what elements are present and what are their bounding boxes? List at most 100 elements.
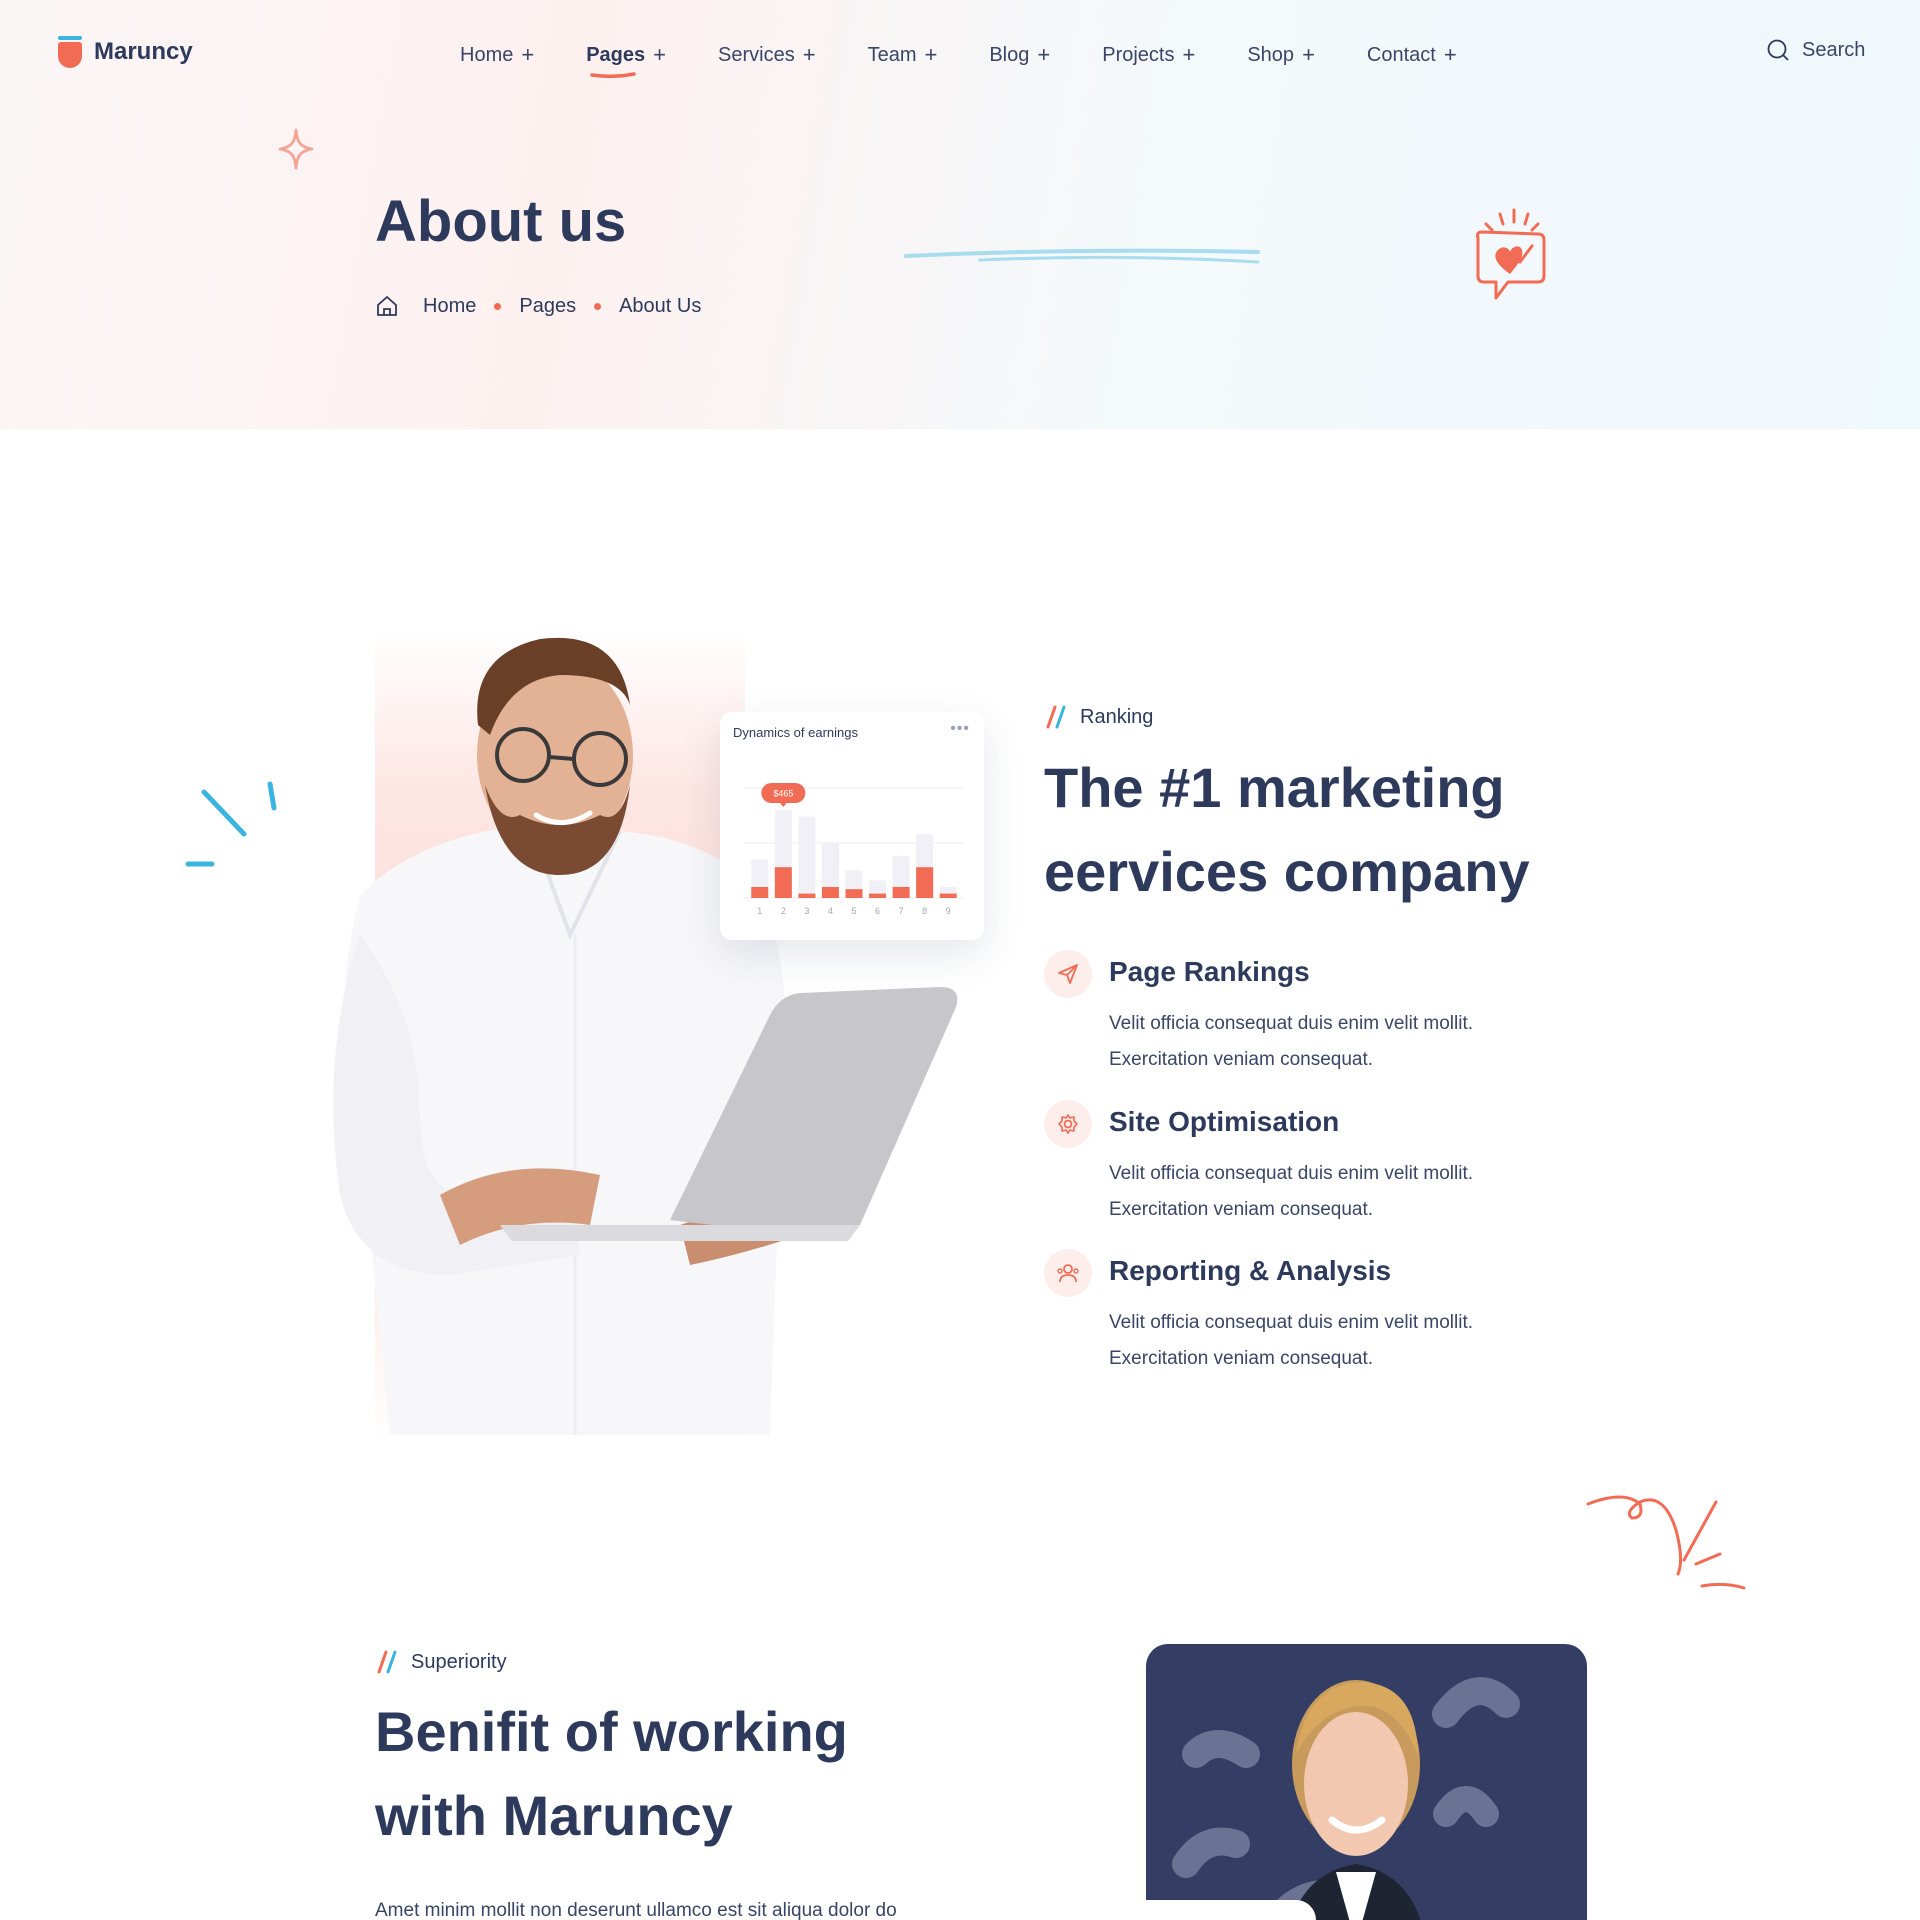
nav-item-label: Blog: [989, 43, 1030, 66]
nav-item-blog[interactable]: Blog +: [989, 42, 1050, 68]
earnings-chart-card: Dynamics of earnings ••• 1 2 3 4 5 6 7 8 9 $465: [720, 712, 984, 940]
overlay-card: [1048, 1900, 1316, 1920]
users-icon: [1044, 1249, 1092, 1297]
nav-item-label: Projects: [1102, 43, 1175, 66]
plus-icon: +: [1182, 42, 1196, 67]
logo-icon: [58, 36, 82, 68]
section-eyebrow: Ranking: [1044, 705, 1153, 729]
heading-line: with Maruncy: [375, 1784, 733, 1847]
nav-item-label: Pages: [586, 43, 646, 66]
site-header: Maruncy Home + Pages + Services + Team +…: [0, 0, 1920, 110]
nav-item-label: Home: [460, 43, 514, 66]
nav-item-label: Team: [867, 43, 917, 66]
feature-description-line: Velit officia consequat duis enim velit …: [1109, 1312, 1473, 1333]
nav-item-team[interactable]: Team +: [868, 42, 938, 68]
x-tick-label: 7: [899, 906, 904, 916]
x-tick-label: 3: [804, 906, 809, 916]
feature-description-line: Exercitation veniam consequat.: [1109, 1348, 1374, 1369]
feature-description-line: Velit officia consequat duis enim velit …: [1109, 1163, 1473, 1184]
nav-item-contact[interactable]: Contact +: [1367, 42, 1457, 68]
plus-icon: +: [1037, 42, 1051, 67]
search-button[interactable]: Search: [1766, 38, 1865, 62]
eyebrow-label: Superiority: [411, 1650, 507, 1673]
x-tick-label: 8: [922, 906, 927, 916]
section-eyebrow: Superiority: [375, 1650, 507, 1674]
x-tick-label: 1: [757, 906, 762, 916]
section-paragraph: Amet minim mollit non deserunt ullamco e…: [375, 1900, 897, 1920]
nav-item-shop[interactable]: Shop +: [1247, 42, 1315, 68]
page-hero: Maruncy Home + Pages + Services + Team +…: [0, 0, 1920, 429]
double-slash-icon: [1046, 705, 1066, 729]
sparkle-icon: [278, 128, 314, 170]
plus-icon: +: [521, 42, 535, 67]
logo-text: Maruncy: [94, 38, 193, 65]
double-slash-icon: [377, 1650, 397, 1674]
bar-earnings: [774, 867, 792, 898]
active-underline: [590, 72, 636, 78]
section-heading: Benifit of working with Maruncy: [375, 1690, 848, 1858]
bar-earnings: [892, 887, 910, 898]
breadcrumb-home[interactable]: Home: [423, 295, 476, 318]
gear-icon: [1044, 1100, 1092, 1148]
bar-earnings: [751, 887, 769, 898]
nav-item-services[interactable]: Services +: [718, 42, 816, 68]
paper-plane-icon: [1044, 950, 1092, 998]
burst-lines-decoration: [185, 781, 277, 867]
bar-earnings: [939, 893, 957, 898]
earnings-bar-chart: 1 2 3 4 5 6 7 8 9 $465: [744, 783, 964, 916]
feature-title: Site Optimisation: [1109, 1106, 1340, 1137]
x-tick-label: 2: [781, 906, 786, 916]
plus-icon: +: [924, 42, 938, 67]
feature-description: Velit officia consequat duis enim velit …: [1109, 1305, 1549, 1377]
feature-description-line: Exercitation veniam consequat.: [1109, 1199, 1374, 1220]
heading-line: The #1 marketing: [1044, 756, 1505, 819]
heart-chat-icon: [1476, 208, 1546, 300]
page-title: About us: [375, 189, 627, 254]
x-tick-label: 9: [946, 906, 951, 916]
plus-icon: +: [653, 42, 667, 67]
breadcrumb: Home Pages About Us: [375, 294, 701, 318]
feature-title: Reporting & Analysis: [1109, 1255, 1392, 1286]
feature-description: Velit officia consequat duis enim velit …: [1109, 1006, 1549, 1078]
team-photo-card: [1146, 1644, 1587, 1920]
plus-icon: +: [1443, 42, 1457, 67]
nav-item-projects[interactable]: Projects +: [1102, 42, 1195, 68]
woman-portrait-photo: [1172, 1677, 1520, 1920]
breadcrumb-current: About Us: [619, 294, 702, 317]
plus-icon: +: [1302, 42, 1315, 67]
breadcrumb-separator: [494, 302, 502, 310]
bar-earnings: [821, 887, 839, 898]
squiggle-arrow-decoration: [1586, 1495, 1746, 1590]
bar-earnings: [869, 893, 887, 898]
bar-earnings: [916, 867, 934, 898]
eyebrow-label: Ranking: [1080, 705, 1154, 728]
x-tick-label: 4: [828, 906, 833, 916]
scribble-line-decoration: [904, 248, 1260, 264]
x-tick-label: 6: [875, 906, 880, 916]
logo[interactable]: Maruncy: [58, 36, 193, 68]
search-label: Search: [1802, 38, 1866, 61]
tooltip-label: $465: [773, 789, 793, 799]
section-heading: The #1 marketing eervices company: [1044, 746, 1530, 914]
feature-description-line: Velit officia consequat duis enim velit …: [1109, 1013, 1473, 1034]
plus-icon: +: [802, 42, 816, 67]
heading-line: Benifit of working: [375, 1700, 848, 1763]
heading-line: eervices company: [1044, 840, 1530, 903]
x-tick-label: 5: [851, 906, 856, 916]
bar-earnings: [845, 889, 863, 898]
bar-total: [798, 816, 816, 898]
breadcrumb-separator: [594, 302, 602, 310]
nav-item-label: Contact: [1366, 43, 1436, 66]
feature-description-line: Exercitation veniam consequat.: [1109, 1049, 1374, 1070]
nav-item-label: Shop: [1247, 43, 1295, 66]
nav-item-label: Services: [718, 43, 795, 66]
home-icon[interactable]: [375, 294, 399, 318]
tooltip-pointer: [779, 802, 788, 807]
nav-item-pages[interactable]: Pages +: [586, 42, 667, 78]
main-nav: Home + Pages + Services + Team + Blog + …: [460, 42, 1509, 78]
feature-title: Page Rankings: [1109, 956, 1310, 987]
nav-item-home[interactable]: Home +: [460, 42, 534, 68]
breadcrumb-pages[interactable]: Pages: [519, 295, 576, 318]
search-icon: [1767, 39, 1789, 61]
feature-description: Velit officia consequat duis enim velit …: [1109, 1156, 1549, 1228]
